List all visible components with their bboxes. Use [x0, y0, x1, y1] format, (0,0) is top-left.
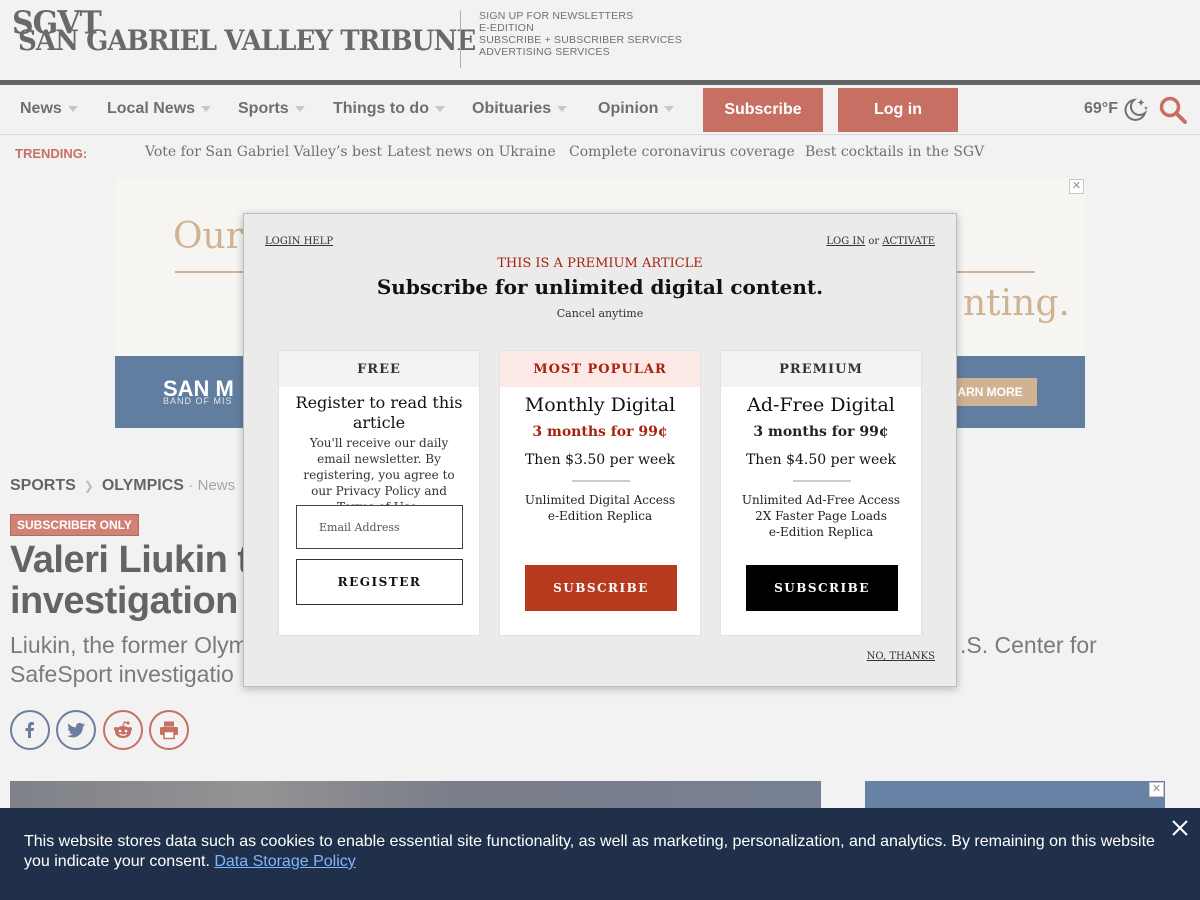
- plan-premium-price: 3 months for 99¢: [753, 424, 889, 440]
- plan-monthly-digital: MOST POPULAR Monthly Digital 3 months fo…: [499, 350, 701, 636]
- plan-divider: [793, 480, 851, 482]
- plan-free-body: You'll receive our daily email newslette…: [293, 435, 465, 515]
- register-button[interactable]: REGISTER: [296, 559, 463, 605]
- plan-free: FREE Register to read this article You'l…: [278, 350, 480, 636]
- paywall-modal: LOGIN HELP LOG IN or ACTIVATE THIS IS A …: [243, 213, 957, 687]
- plan-monthly-then: Then $3.50 per week: [524, 452, 676, 468]
- plan-ad-free-digital: PREMIUM Ad-Free Digital 3 months for 99¢…: [720, 350, 922, 636]
- plan-feature: Unlimited Digital Access: [524, 493, 676, 507]
- cookie-banner: This website stores data such as cookies…: [0, 808, 1200, 900]
- email-field[interactable]: [296, 505, 463, 549]
- plan-feature: e-Edition Replica: [547, 509, 653, 523]
- no-thanks-link[interactable]: NO, THANKS: [867, 651, 935, 662]
- plan-premium-features: Unlimited Ad-Free Access 2X Faster Page …: [721, 492, 921, 540]
- close-icon[interactable]: [1170, 818, 1190, 838]
- activate-link[interactable]: ACTIVATE: [882, 236, 935, 247]
- plan-monthly-price: 3 months for 99¢: [532, 424, 668, 440]
- body-text: and: [420, 484, 447, 498]
- plan-premium-header: PREMIUM: [721, 351, 921, 387]
- modal-title: Subscribe for unlimited digital content.: [376, 275, 824, 299]
- privacy-policy-link[interactable]: Privacy Policy: [336, 484, 421, 498]
- premium-label: THIS IS A PREMIUM ARTICLE: [497, 256, 703, 271]
- plan-premium-then: Then $4.50 per week: [745, 452, 897, 468]
- plan-premium-name: Ad-Free Digital: [747, 394, 895, 416]
- cancel-anytime-text: Cancel anytime: [556, 307, 644, 320]
- subscribe-monthly-button[interactable]: SUBSCRIBE: [525, 565, 677, 611]
- data-storage-policy-link[interactable]: Data Storage Policy: [214, 853, 355, 870]
- login-activate: LOG IN or ACTIVATE: [826, 236, 935, 247]
- plan-feature: Unlimited Ad-Free Access: [741, 493, 901, 507]
- plan-monthly-header: MOST POPULAR: [500, 351, 700, 387]
- login-help-link[interactable]: LOGIN HELP: [265, 236, 333, 247]
- modal-login-link[interactable]: LOG IN: [826, 236, 865, 247]
- subscribe-premium-button[interactable]: SUBSCRIBE: [746, 565, 898, 611]
- plan-feature: 2X Faster Page Loads: [755, 509, 887, 523]
- cookie-text: This website stores data such as cookies…: [24, 832, 1164, 872]
- plan-divider: [572, 480, 630, 482]
- or-text: or: [868, 236, 880, 247]
- plan-free-title: Register to read this article: [295, 393, 463, 432]
- plan-monthly-features: Unlimited Digital Access e-Edition Repli…: [500, 492, 700, 524]
- cookie-message: This website stores data such as cookies…: [24, 833, 1155, 870]
- plan-feature: e-Edition Replica: [768, 525, 874, 539]
- plan-monthly-name: Monthly Digital: [524, 394, 676, 416]
- plan-free-header: FREE: [279, 351, 479, 387]
